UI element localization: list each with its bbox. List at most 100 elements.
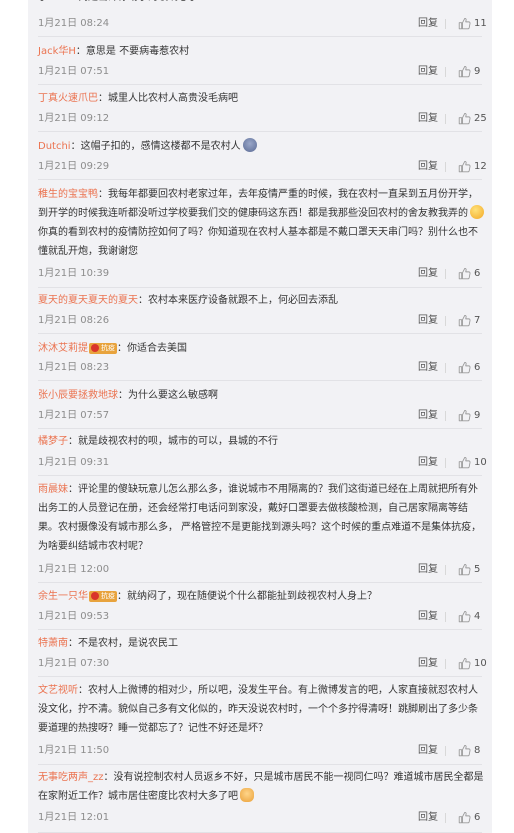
comment-item: 稚生的宝宝鸭：我每年都要回农村老家过年，去年疫情严重的时候，我在农村一直呆到五月…: [28, 180, 492, 288]
comment-username[interactable]: Dutchi: [38, 141, 71, 152]
reply-button[interactable]: 回复: [418, 267, 438, 281]
comment-meta: 1月21日 09:31 回复 10: [38, 456, 488, 470]
like-count: 25: [474, 113, 487, 124]
comment-username[interactable]: 丁真火速爪巴: [38, 93, 98, 104]
reply-button[interactable]: 回复: [418, 409, 438, 423]
comment-body: ：意思是 不要病毒惹农村: [75, 46, 190, 57]
reply-button[interactable]: 回复: [418, 17, 438, 31]
comment-timestamp: 1月21日 10:39: [38, 268, 110, 279]
like-count: 10: [474, 457, 487, 468]
comment-timestamp: 1月21日 08:24: [38, 18, 110, 29]
comment-username[interactable]: 沐沐艾莉提: [38, 343, 88, 354]
comment-username[interactable]: 稚生的宝宝鸭: [38, 189, 98, 200]
comment-timestamp: 1月21日 07:57: [38, 410, 110, 421]
comment-timestamp: 1月21日 08:26: [38, 315, 110, 326]
comment-meta: 1月21日 11:50 回复 8: [38, 744, 488, 758]
comment-meta: 1月21日 08:23 回复 6: [38, 361, 488, 375]
comment-timestamp: 1月21日 12:00: [38, 564, 110, 575]
comment-meta: 1月21日 09:53 回复 4: [38, 610, 488, 624]
comment-body: ：就是歧视农村的呗，城市的可以，县城的不行: [68, 436, 278, 447]
face-emoji-icon: [470, 205, 484, 219]
like-count: 7: [474, 315, 481, 326]
comment-text: 夏天的夏天夏天的夏天：农村本来医疗设备就跟不上，何必回去添乱: [38, 291, 486, 310]
comment-meta: 1月21日 10:39 回复 6: [38, 267, 488, 281]
like-count: 8: [474, 745, 481, 756]
user-badge: 抗疫: [89, 343, 117, 354]
action-divider: [445, 114, 446, 124]
comment-username[interactable]: Jack华H: [38, 46, 76, 57]
comment-item: 文艺视听：农村人上微博的相对少，所以吧，没发生平台。有上微博发言的吧，人家直接就…: [28, 677, 492, 765]
comment-item: 余生一只华 抗疫 ：就纳闷了，现在随便说个什么都能扯到歧视农村人身上？ 1月21日 0…: [28, 583, 492, 630]
comment-meta: 1月21日 09:29 回复 12: [38, 160, 488, 174]
reply-button[interactable]: 回复: [418, 314, 438, 328]
action-divider: [445, 612, 446, 622]
comment-username[interactable]: 夏天的夏天夏天的夏天: [38, 295, 138, 306]
comment-text: 特萧南：不是农村，是说农民工: [38, 634, 486, 653]
comment-body: ：城里人比农村人高贵没毛病吧: [98, 93, 238, 104]
reply-button[interactable]: 回复: [418, 657, 438, 671]
comment-username[interactable]: 无事吃两声_zz: [38, 772, 104, 783]
comment-item: 雨晨妹：评论里的傻缺玩意儿怎么那么多，谁说城市不用隔离的？我们这街道已经在上周就…: [28, 476, 492, 583]
comment-body: ：没有说控制农村人员返乡不好，只是城市居民不能一视同仁吗？难道城市居民全都是在家…: [38, 772, 484, 802]
comment-text: 沐沐艾莉提 抗疫 ：你适合去美国: [38, 339, 486, 358]
like-count: 12: [474, 161, 487, 172]
action-divider: [445, 746, 446, 756]
like-count: 6: [474, 812, 481, 823]
comment-username[interactable]: 张小辰要拯救地球: [38, 390, 118, 401]
comment-item: 夏天的夏天夏天的夏天：农村本来医疗设备就跟不上，何必回去添乱 1月21日 08:2…: [28, 288, 492, 334]
reply-button[interactable]: 回复: [418, 112, 438, 126]
reply-button[interactable]: 回复: [418, 456, 438, 470]
action-divider: [445, 363, 446, 373]
comment-username[interactable]: 文艺视听: [38, 685, 78, 696]
reply-button[interactable]: 回复: [418, 811, 438, 825]
comment-body: ：农村本来医疗设备就跟不上，何必回去添乱: [138, 295, 338, 306]
comment-timestamp: 1月21日 09:12: [38, 113, 110, 124]
action-divider: [445, 458, 446, 468]
action-divider: [445, 565, 446, 575]
reply-button[interactable]: 回复: [418, 160, 438, 174]
comment-meta: 1月21日 07:30 回复 10: [38, 657, 488, 671]
comment-timestamp: 1月21日 08:23: [38, 362, 110, 373]
like-count: 6: [474, 362, 481, 373]
reply-button[interactable]: 回复: [418, 361, 438, 375]
comment-username[interactable]: 雨晨妹: [38, 484, 68, 495]
comment-text: 无事吃两声_zz：没有说控制农村人员返乡不好，只是城市居民不能一视同仁吗？难道城…: [38, 768, 486, 806]
comment-timestamp: 1月21日 09:31: [38, 457, 110, 468]
comment-feed: 了？？？倒是击碎你幼小的玻璃心了... 1月21日 08:24 回复 11 Jack华H…: [28, 0, 492, 833]
comment-text: 橘梦子：就是歧视农村的呗，城市的可以，县城的不行: [38, 432, 486, 451]
action-divider: [445, 19, 446, 29]
reply-button[interactable]: 回复: [418, 563, 438, 577]
like-count: 10: [474, 658, 487, 669]
comment-body: ：我每年都要回农村老家过年，去年疫情严重的时候，我在农村一直呆到五月份开学，到开…: [38, 189, 478, 219]
comment-meta: 1月21日 12:01 回复 6: [38, 811, 488, 825]
action-divider: [445, 316, 446, 326]
reply-button[interactable]: 回复: [418, 65, 438, 79]
comment-meta: 1月21日 08:26 回复 7: [38, 314, 488, 328]
comment-body: ：评论里的傻缺玩意儿怎么那么多，谁说城市不用隔离的？我们这街道已经在上周就把所有…: [38, 484, 482, 552]
comment-meta: 1月21日 07:57 回复 9: [38, 409, 488, 423]
action-divider: [445, 67, 446, 77]
comment-text: 了？？？倒是击碎你幼小的玻璃心了...: [38, 0, 486, 7]
comment-item: Dutchi：这帽子扣的，感情这楼都不是农村人 1月21日 09:29 回复 12: [28, 132, 492, 180]
comment-text: 雨晨妹：评论里的傻缺玩意儿怎么那么多，谁说城市不用隔离的？我们这街道已经在上周就…: [38, 480, 486, 556]
action-divider: [445, 659, 446, 669]
like-count: 11: [474, 18, 487, 29]
comment-timestamp: 1月21日 11:50: [38, 745, 110, 756]
comment-text: Jack华H：意思是 不要病毒惹农村: [38, 42, 486, 61]
comment-username[interactable]: 特萧南: [38, 638, 68, 649]
comment-body: 了？？？倒是击碎你幼小的玻璃心了...: [38, 0, 208, 3]
comment-username[interactable]: 余生一只华: [38, 591, 88, 602]
comment-text: 张小辰要拯救地球：为什么要这么敏感啊: [38, 386, 486, 405]
comment-body: ：不是农村，是说农民工: [68, 638, 178, 649]
comment-item: 橘梦子：就是歧视农村的呗，城市的可以，县城的不行 1月21日 09:31 回复 10: [28, 429, 492, 476]
action-divider: [445, 269, 446, 279]
comment-item: 沐沐艾莉提 抗疫 ：你适合去美国 1月21日 08:23 回复 6: [28, 334, 492, 381]
comment-body: ：你适合去美国: [117, 343, 187, 354]
reply-button[interactable]: 回复: [418, 610, 438, 624]
comment-timestamp: 1月21日 09:53: [38, 611, 110, 622]
comment-username[interactable]: 橘梦子: [38, 436, 68, 447]
reply-button[interactable]: 回复: [418, 744, 438, 758]
like-count: 6: [474, 268, 481, 279]
comment-meta: 1月21日 09:12 回复 25: [38, 112, 488, 126]
like-count: 4: [474, 611, 481, 622]
